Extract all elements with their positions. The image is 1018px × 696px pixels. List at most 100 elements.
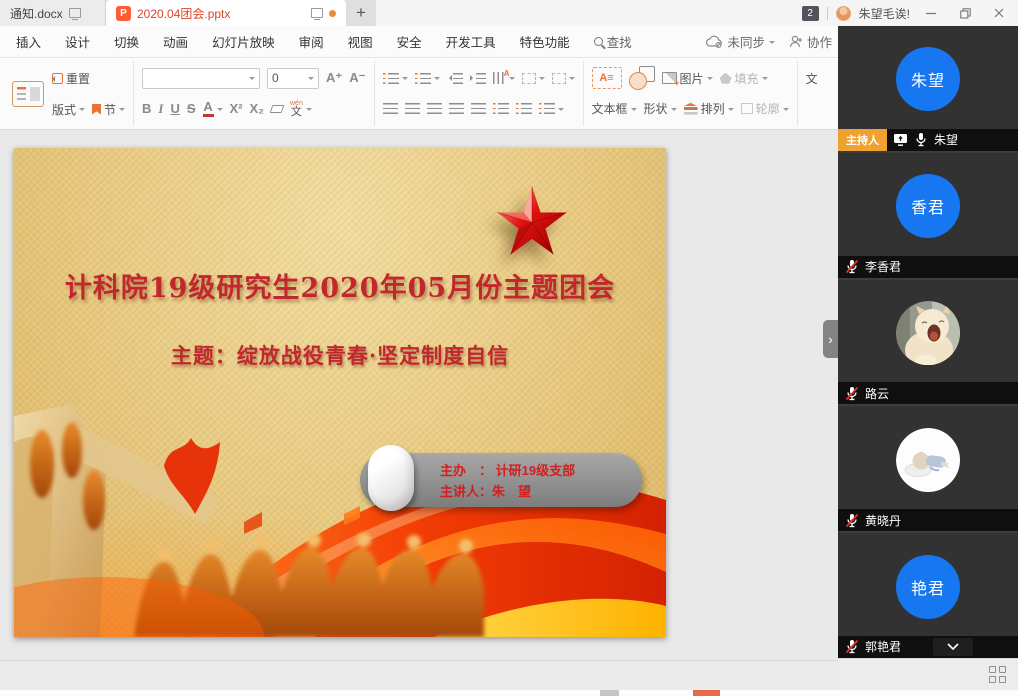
expand-panel-button[interactable]: › [823, 320, 838, 358]
chevron-down-icon [762, 77, 768, 83]
slide-subtitle-text[interactable]: 主题：绽放战役青春·坚定制度自信 [14, 340, 666, 370]
arrange-layers-icon [684, 103, 698, 115]
distribute-icon [471, 103, 486, 114]
section-icon [92, 104, 101, 115]
textbox-big-button[interactable]: A≡ [592, 67, 622, 89]
chevron-down-icon [707, 77, 713, 83]
participant-tile-guoyanjun[interactable]: 艳君 郭艳君 [838, 533, 1018, 658]
organizer-info-card[interactable]: 主办 ： 计研19级支部 主讲人：朱 望 [360, 453, 642, 507]
reset-icon [52, 73, 63, 84]
italic-button[interactable]: I [158, 101, 163, 117]
tab-notice-docx[interactable]: 通知.docx [0, 0, 106, 26]
picture-button[interactable]: 图片 [662, 70, 713, 87]
open-docs-badge[interactable]: 2 [802, 6, 819, 21]
font-family-select[interactable] [142, 68, 260, 89]
grow-font-button[interactable]: A⁺ [326, 70, 342, 86]
justify-button[interactable] [449, 103, 464, 114]
align-center-button[interactable] [405, 103, 420, 114]
outline-button[interactable]: 轮廓 [741, 100, 789, 117]
menu-transitions[interactable]: 切换 [102, 26, 151, 57]
layout-button[interactable]: 版式 [52, 101, 85, 118]
shapes-button[interactable]: 形状 [644, 100, 677, 117]
chevron-down-icon [79, 108, 85, 114]
shrink-font-button[interactable]: A⁻ [349, 70, 365, 86]
toolbar-group-font: 0 A⁺ A⁻ B I U S A X² X₂ [134, 61, 375, 126]
participant-tile-huangxiaodan[interactable]: 黄晓丹 [838, 406, 1018, 531]
menu-insert[interactable]: 插入 [4, 26, 53, 57]
taskbar-item[interactable] [600, 690, 619, 696]
mic-on-icon [914, 132, 928, 147]
bullet-list-button[interactable] [383, 73, 408, 84]
subscript-button[interactable]: X₂ [250, 101, 264, 116]
text-direction-icon [493, 72, 506, 84]
menu-review[interactable]: 审阅 [287, 26, 336, 57]
clear-format-button[interactable] [271, 105, 283, 113]
picture-icon [662, 72, 677, 84]
user-avatar-icon[interactable] [836, 6, 851, 21]
participant-avatar-cat-photo [896, 301, 960, 365]
menu-design[interactable]: 设计 [53, 26, 102, 57]
increase-indent-icon [470, 73, 486, 84]
new-tab-button[interactable]: + [346, 0, 376, 26]
sync-status-button[interactable]: 未同步 [706, 32, 775, 51]
text-direction-button[interactable] [493, 72, 515, 84]
align-center-icon [405, 103, 420, 114]
taskbar-item[interactable] [693, 690, 720, 696]
align-left-button[interactable] [383, 103, 398, 114]
font-color-button[interactable]: A [203, 100, 223, 117]
underline-button[interactable]: U [170, 101, 179, 116]
menu-slideshow[interactable]: 幻灯片放映 [200, 26, 287, 57]
column-spacing-button[interactable] [516, 103, 532, 114]
collapse-participants-button[interactable] [933, 638, 973, 656]
decrease-indent-button[interactable] [447, 73, 463, 84]
collaborate-button[interactable]: 协作 [789, 32, 832, 51]
slide-layout-icon[interactable] [12, 81, 44, 107]
distribute-button[interactable] [471, 103, 486, 114]
participant-tile-luyun[interactable]: 路云 [838, 280, 1018, 405]
textbox-icon: A≡ [592, 67, 622, 89]
restore-button[interactable] [952, 3, 978, 23]
reset-button[interactable]: 重置 [52, 70, 90, 87]
menu-security[interactable]: 安全 [385, 26, 434, 57]
gallery-view-button[interactable] [989, 666, 1006, 683]
menu-view[interactable]: 视图 [336, 26, 385, 57]
textbox-button[interactable]: 文本框 [592, 100, 637, 117]
arrange-button[interactable]: 排列 [684, 100, 734, 117]
shape-big-button[interactable] [629, 66, 655, 90]
monitor-icon [69, 8, 81, 18]
align-right-button[interactable] [427, 103, 442, 114]
section-button[interactable]: 节 [92, 101, 125, 118]
cloud-sync-icon [706, 35, 723, 48]
minimize-button[interactable] [918, 3, 944, 23]
participant-avatar: 艳君 [896, 555, 960, 619]
strikethrough-button[interactable]: S [187, 101, 196, 116]
find-button[interactable]: 查找 [582, 32, 644, 51]
chevron-down-icon [402, 77, 408, 83]
tab-meeting-pptx[interactable]: P 2020.04团会.pptx [106, 0, 346, 26]
row-spacing-button[interactable] [493, 103, 509, 114]
bullet-list-icon [383, 73, 399, 84]
participant-namebar: 路云 [838, 382, 1018, 404]
phonetic-guide-button[interactable]: wén 文 [290, 100, 312, 118]
mic-muted-icon [845, 513, 859, 528]
numbered-list-button[interactable] [415, 73, 440, 84]
wps-presentation-icon: P [116, 6, 131, 21]
slide-canvas[interactable]: 计科院19级研究生2020年05月份主题团会 主题：绽放战役青春·坚定制度自信 [14, 148, 666, 637]
slide-title-text[interactable]: 计科院19级研究生2020年05月份主题团会 [14, 266, 666, 305]
line-spacing-button[interactable] [539, 103, 564, 114]
monitor-icon [311, 8, 323, 18]
font-size-select[interactable]: 0 [267, 68, 319, 89]
menu-devtools[interactable]: 开发工具 [434, 26, 508, 57]
char-spacing-button[interactable] [552, 73, 575, 84]
fill-button[interactable]: 填充 [720, 70, 768, 87]
organizer-line: 主办 ： 计研19级支部 [440, 460, 642, 481]
menu-animation[interactable]: 动画 [151, 26, 200, 57]
participant-tile-lixiangjun[interactable]: 香君 李香君 [838, 153, 1018, 278]
close-button[interactable] [986, 3, 1012, 23]
increase-indent-button[interactable] [470, 73, 486, 84]
bold-button[interactable]: B [142, 101, 151, 116]
superscript-button[interactable]: X² [230, 101, 243, 116]
placeholder-button[interactable] [522, 73, 545, 84]
participant-tile-zhuwang[interactable]: 朱望 主持人 朱望 [838, 26, 1018, 151]
menu-features[interactable]: 特色功能 [508, 26, 582, 57]
